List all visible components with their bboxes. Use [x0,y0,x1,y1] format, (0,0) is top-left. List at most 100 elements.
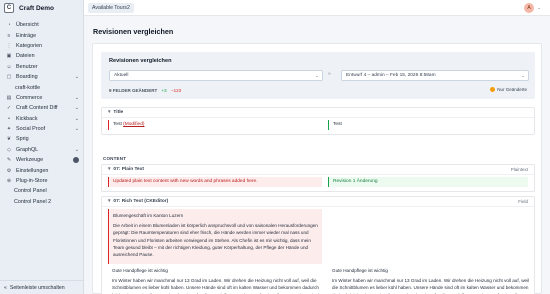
graphql-icon: ◇ [7,146,11,153]
old-paragraph: Die Arbeit in einem Blumenladen ist körp… [113,223,318,258]
old-heading: Blumengeschäft im Kanton Luzern [113,213,184,218]
sidebar-item-control-panel[interactable]: Control Panel [0,186,84,196]
sidebar-item-label: Einstellungen [16,167,49,174]
sidebar-item-label: Einträge [16,32,37,39]
categories-icon: ⋮ [6,42,12,49]
settings-icon: ⚙ [6,167,12,174]
sidebar-item-social-proof[interactable]: ✦ Social Proof ⌄ [0,124,84,134]
users-icon: ☺ [6,63,12,70]
sidebar-item-label: Kategorien [16,42,43,49]
sidebar-item-plugin-store[interactable]: ⊕ Plug-in-Store [0,176,84,186]
removed-text: (Modified) [123,122,145,127]
chevron-down-icon: ▾ [108,167,111,172]
assets-icon: ▣ [6,53,12,60]
old-value: Updated plain text content with new word… [113,179,258,184]
compare-title: Revisionen vergleichen [109,58,172,64]
topbar: Available Tours2 A ⌄ [84,0,550,16]
sidebar-item-craft-kottle[interactable]: craft-kottle [0,82,84,92]
collapse-icon: « [4,284,7,291]
sidebar-item-label: Social Proof [16,126,46,133]
avatar[interactable]: A [524,3,534,13]
new-value: Test [333,122,342,127]
dashboard-icon: ◔ [7,22,11,29]
main-content: Revisionen vergleichen Revisionen vergle… [84,16,550,294]
sidebar-item-dateien[interactable]: ▣ Dateien [0,51,84,61]
sidebar-item-boarding[interactable]: ▢ Boarding ⌄ [0,72,84,82]
field-label: Title [113,110,124,115]
sub-heading-left: Gute Handpflege ist wichtig [112,268,168,273]
sidebar-item-sprig[interactable]: ❦ Sprig [0,134,84,144]
chevron-down-icon[interactable]: ⌄ [75,126,79,132]
chevron-down-icon: ▾ [108,199,111,204]
field-header[interactable]: ▾ Title [102,108,534,118]
chevron-down-icon[interactable]: ⌄ [75,105,79,111]
field-title: ▾ Title Test (Modified) Test [101,107,535,135]
sidebar-item-benutzer[interactable]: ☺ Benutzer [0,62,84,72]
brand-name: Craft Demo [19,4,55,12]
diff-right: Revision 1 Änderung [328,177,528,187]
sidebar-item-graphql[interactable]: ◇ GraphQL ⌄ [0,145,84,155]
old-value: Test [113,122,124,127]
social-proof-icon: ✦ [6,126,12,133]
sidebar-item-label: Craft Content Diff [16,105,58,112]
chevron-down-icon: ⌄ [521,73,525,78]
chevron-down-icon[interactable]: ⌄ [75,95,79,101]
sidebar-item-control-panel-2[interactable]: Control Panel 2 [0,197,84,207]
sidebar-item-uebersicht[interactable]: ◔ Übersicht [0,20,84,30]
sub-heading-right: Gute Handpflege ist wichtig [332,268,388,273]
notification-badge [73,157,79,164]
sidebar-item-label: craft-kottle [15,84,41,91]
compare-card: Revisionen vergleichen Aktuell ⌄ ≈ Entwu… [92,43,542,294]
sidebar-item-werkzeuge[interactable]: ✎ Werkzeuge [0,155,84,165]
brand-logo: C [4,3,14,13]
sidebar-item-craft-content-diff[interactable]: ✓ Craft Content Diff ⌄ [0,103,84,113]
chevron-down-icon[interactable]: ⌄ [75,116,79,122]
vs-separator: ≈ [328,72,331,77]
sidebar-item-kickback[interactable]: • Kickback ⌄ [0,114,84,124]
sidebar-item-label: Sprig [16,136,29,143]
right-revision-select[interactable]: Entwurf 4 – admin – Feb 15, 2026 8:58am … [341,70,529,81]
chevron-down-icon: ⌄ [315,73,319,78]
field-type: Plaintext [510,167,528,172]
sidebar-item-label: Dateien [16,53,35,60]
only-changed-toggle[interactable]: Nur Geänderte [490,87,527,92]
sidebar-toggle-button[interactable]: « Seitenleiste umschalten [0,280,84,294]
chevron-down-icon[interactable]: ⌄ [537,5,541,11]
sidebar-item-einstellungen[interactable]: ⚙ Einstellungen [0,165,84,175]
field-header[interactable]: ▾ 07: Plain Text Plaintext [102,165,534,175]
toggle-indicator [490,87,496,92]
chevron-down-icon[interactable]: ⌄ [75,74,79,80]
additions-count: +3 [161,88,167,93]
field-plain-text: ▾ 07: Plain Text Plaintext Updated plain t… [101,164,535,192]
tools-icon: ✎ [6,157,12,164]
paragraph-left: Im Winter haben wir manchmal nur 13 Grad… [112,278,322,294]
sidebar-toggle-label: Seitenleiste umschalten [9,284,65,291]
diff-left: Updated plain text content with new word… [108,177,322,187]
changed-count: 9 FELDER GEÄNDERT [109,88,158,93]
sidebar-item-eintraege[interactable]: ≡ Einträge [0,30,84,40]
diff-icon: ✓ [6,105,12,112]
new-value: Revision 1 Änderung [333,179,378,184]
chevron-down-icon[interactable]: ⌄ [75,147,79,153]
site-switcher[interactable]: Available Tours2 [88,3,134,13]
sidebar-nav: ◔ Übersicht ≡ Einträge ⋮ Kategorien ▣ Dateie… [0,20,84,207]
commerce-icon: ▤ [6,94,12,101]
diff-left: Blumengeschäft im Kanton Luzern Die Arbe… [108,209,322,265]
sidebar-item-label: Kickback [16,115,38,122]
sidebar-item-label: Control Panel 2 [14,198,52,205]
field-header[interactable]: ▾ 07: Rich Text (CKEditor) Field [102,197,534,207]
left-revision-select[interactable]: Aktuell ⌄ [109,70,323,81]
sidebar-item-commerce[interactable]: ▤ Commerce ⌄ [0,93,84,103]
changed-summary: 9 FELDER GEÄNDERT +3 −123 [109,88,181,93]
sidebar-item-label: GraphQL [16,146,39,153]
field-label: 07: Rich Text (CKEditor) [113,199,169,204]
entries-icon: ≡ [7,32,11,39]
brand[interactable]: C Craft Demo [0,0,84,16]
sprig-icon: ❦ [6,136,12,143]
left-revision-value: Aktuell [114,73,129,78]
sidebar-item-label: Benutzer [16,63,38,70]
tab-content-label: CONTENT [103,156,127,161]
chevron-down-icon: ▾ [108,110,111,115]
field-label: 07: Plain Text [113,167,144,172]
sidebar-item-kategorien[interactable]: ⋮ Kategorien [0,41,84,51]
